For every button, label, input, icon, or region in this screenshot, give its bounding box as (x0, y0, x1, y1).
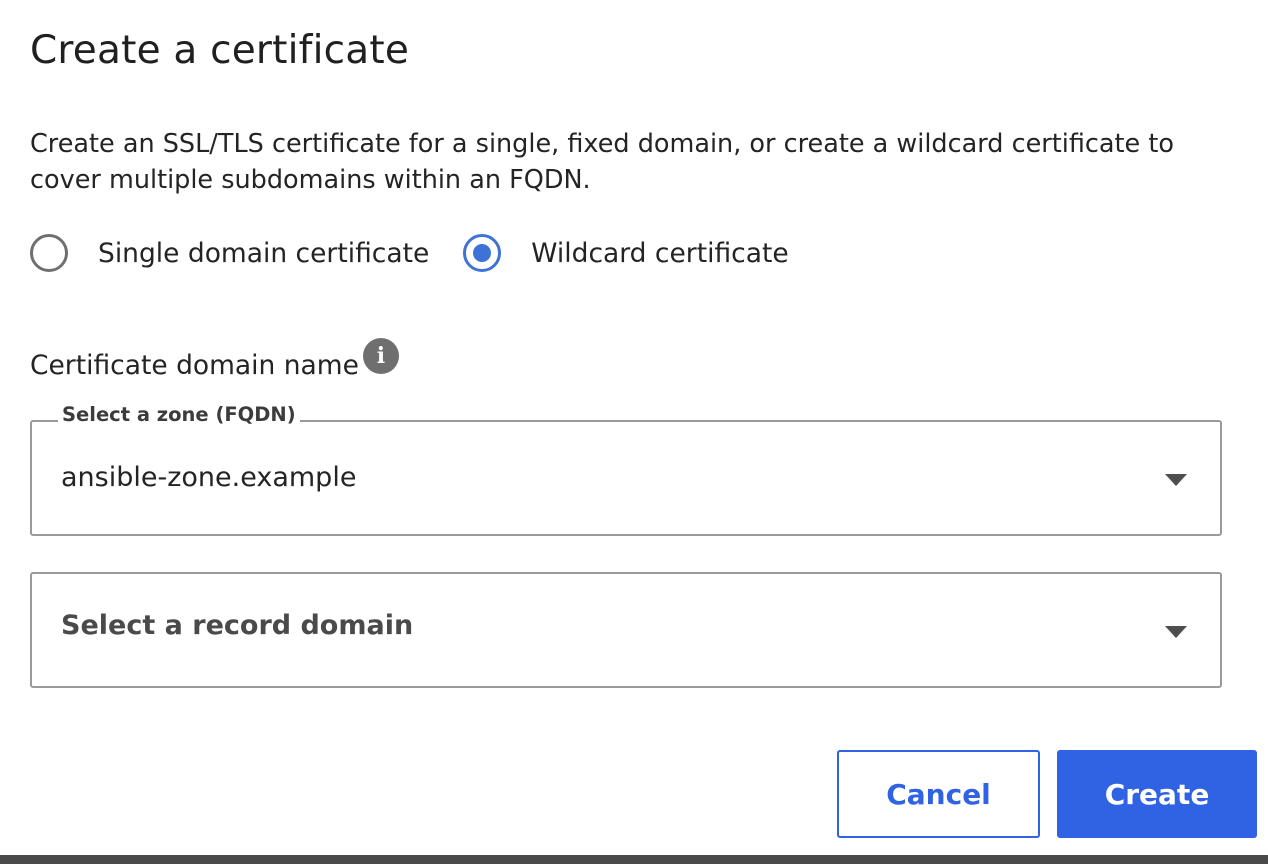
dialog-description: Create an SSL/TLS certificate for a sing… (30, 129, 1174, 195)
radio-single-domain[interactable]: Single domain certificate (30, 234, 429, 272)
zone-select-legend: Select a zone (FQDN) (58, 403, 300, 426)
radio-wildcard[interactable]: Wildcard certificate (463, 234, 789, 272)
certificate-domain-name-label: Certificate domain name i (30, 338, 399, 381)
zone-select[interactable]: Select a zone (FQDN) ansible-zone.exampl… (30, 403, 1222, 536)
cancel-button[interactable]: Cancel (837, 750, 1040, 838)
info-icon[interactable]: i (362, 338, 399, 374)
radio-button-selected[interactable] (463, 234, 502, 272)
record-domain-select[interactable]: Select a record domain (30, 572, 1222, 688)
chevron-down-icon[interactable] (1165, 474, 1187, 486)
radio-button-unselected[interactable] (30, 234, 68, 272)
certificate-type-radio-group: Single domain certificate Wildcard certi… (30, 230, 823, 276)
create-certificate-dialog: Create a certificate Create an SSL/TLS c… (0, 0, 1268, 864)
create-button[interactable]: Create (1057, 750, 1257, 838)
radio-label-wildcard[interactable]: Wildcard certificate (531, 238, 788, 269)
dialog-title: Create a certificate (30, 28, 410, 73)
radio-label-single-domain[interactable]: Single domain certificate (98, 238, 429, 269)
bottom-divider (0, 855, 1268, 864)
chevron-down-icon[interactable] (1165, 626, 1187, 638)
zone-select-value: ansible-zone.example (61, 462, 357, 493)
field-label-text: Certificate domain name (30, 350, 359, 381)
record-domain-placeholder: Select a record domain (61, 610, 414, 641)
